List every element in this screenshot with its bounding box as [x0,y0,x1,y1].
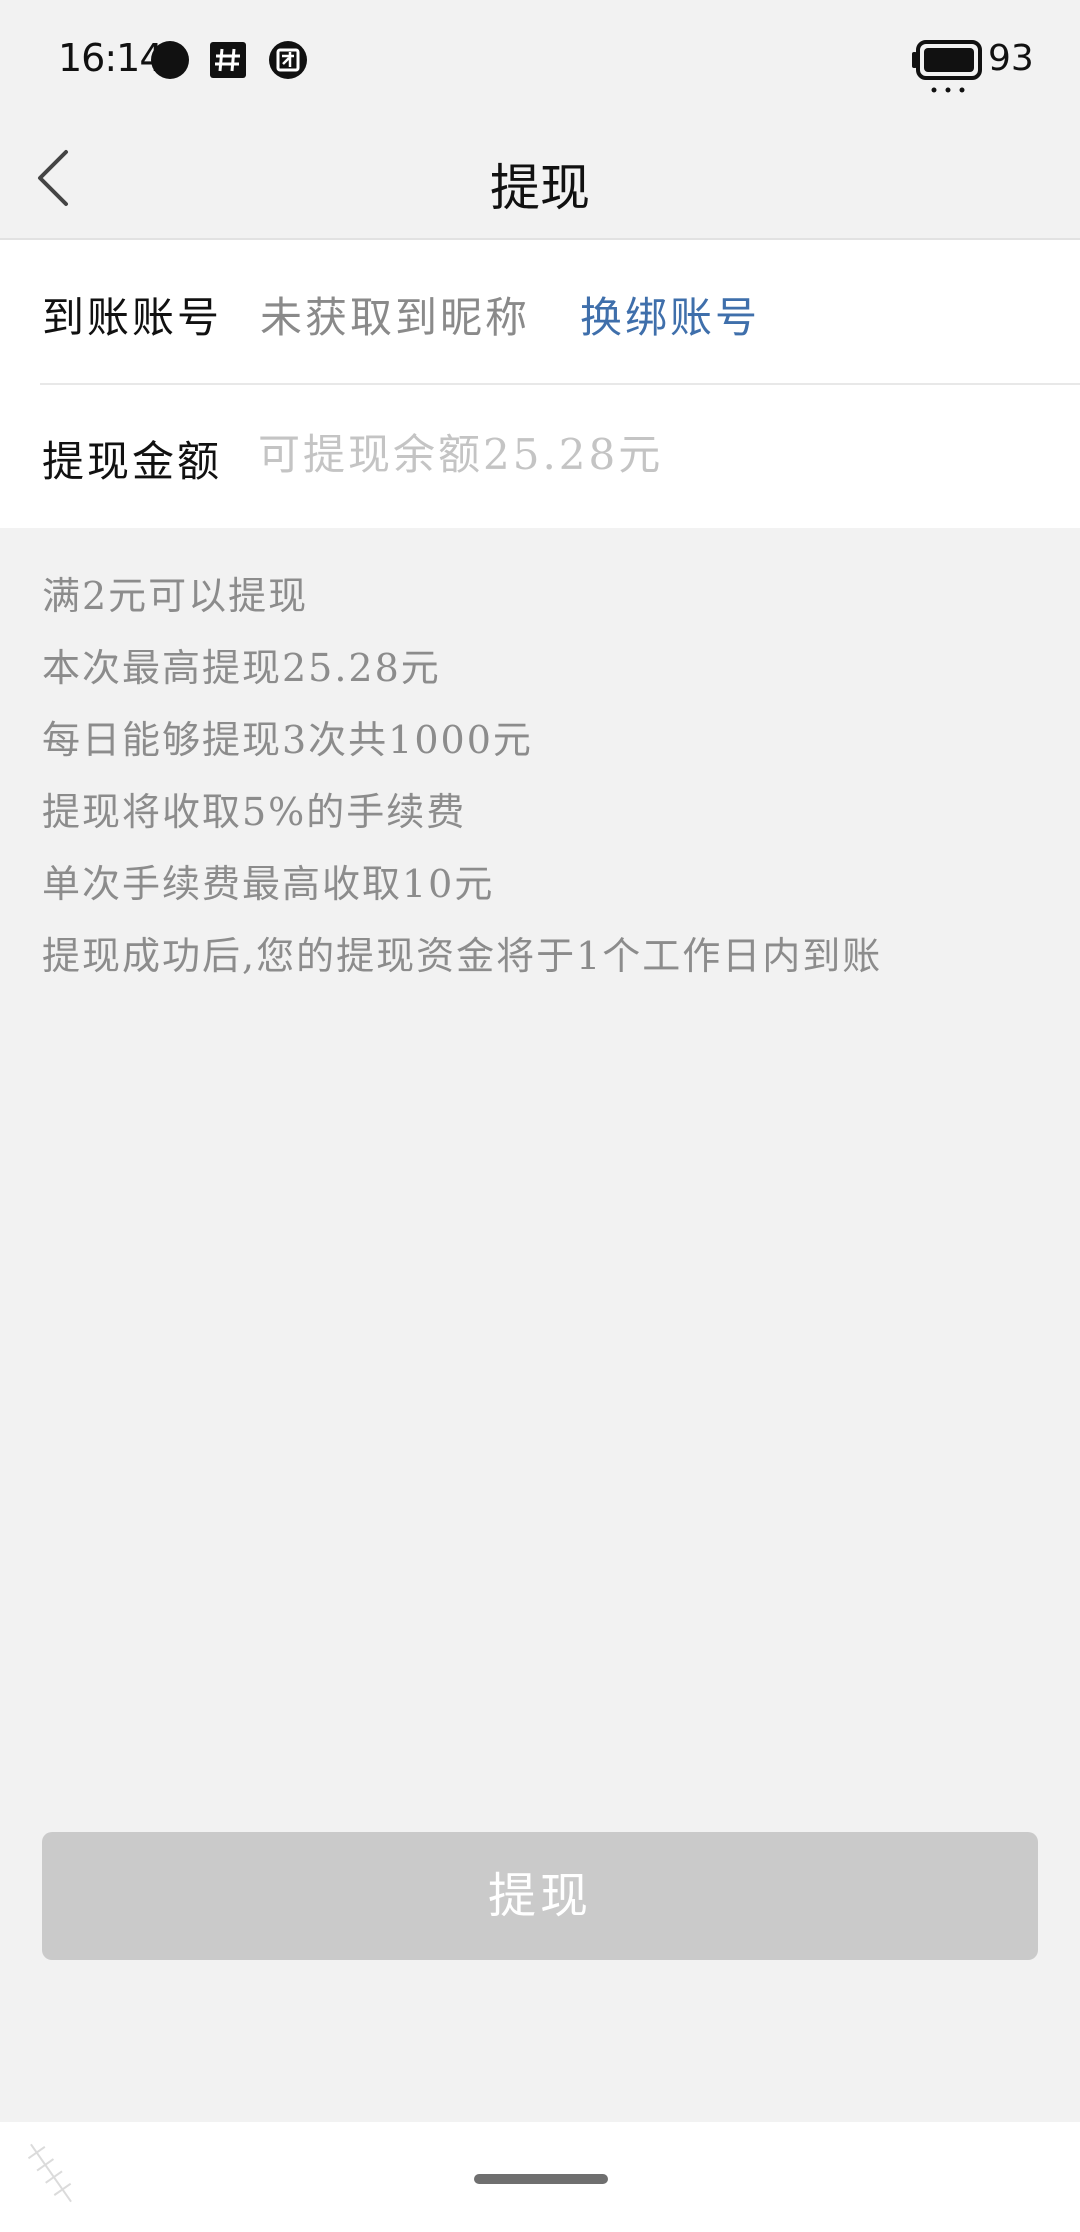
nav-bar: 提现 [0,120,1080,240]
rebind-account-link[interactable]: 换绑账号 [580,284,760,345]
amount-label: 提现金额 [42,437,223,486]
home-indicator[interactable] [474,2174,608,2184]
gesture-bar [0,2122,1080,2232]
rule-item: 提现将收取5%的手续费 [42,790,467,834]
dot-icon [150,40,190,84]
amount-input[interactable] [258,414,1038,494]
amount-row: 提现金额 [0,384,1080,528]
page-title: 提现 [490,159,590,217]
account-label: 到账账号 [42,293,223,342]
status-bar: 16:14 93 [0,0,1080,120]
withdraw-page: 16:14 93 提现 到账账号 未获取到昵称 换绑账号 提现金额 可提现余额2… [0,0,1080,2232]
status-time: 16:14 [58,36,164,80]
watermark-icon [27,2143,72,2203]
rule-item: 提现成功后,您的提现资金将于1个工作日内到账 [42,934,883,978]
withdraw-form: 到账账号 未获取到昵称 换绑账号 提现金额 [0,240,1080,528]
team-app-icon [268,40,308,84]
rule-item: 单次手续费最高收取10元 [42,862,495,906]
battery-icon [912,38,984,100]
withdraw-rules: 满2元可以提现 本次最高提现25.28元 每日能够提现3次共1000元 提现将收… [42,570,1042,1002]
account-nickname: 未获取到昵称 [260,293,531,342]
withdraw-submit-button[interactable]: 提现 [42,1832,1038,1960]
rule-item: 本次最高提现25.28元 [42,646,441,690]
rule-item: 每日能够提现3次共1000元 [42,718,533,762]
hash-app-icon [210,42,246,82]
rule-item: 满2元可以提现 [42,574,309,618]
battery-level: 93 [988,38,1034,79]
account-row: 到账账号 未获取到昵称 换绑账号 [0,240,1080,385]
